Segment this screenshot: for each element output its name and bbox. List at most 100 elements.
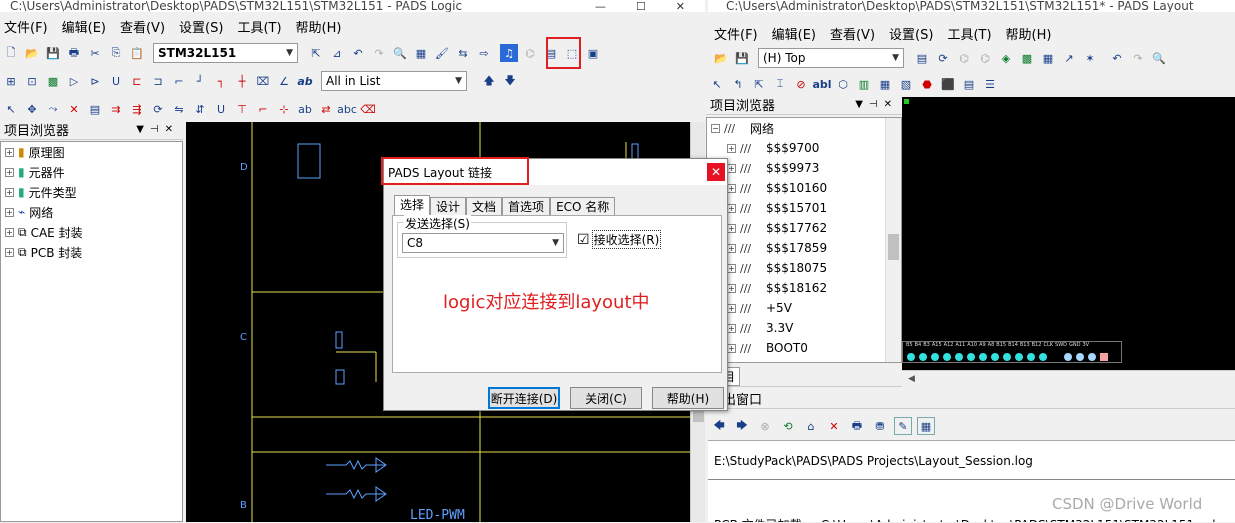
save-icon[interactable]: 💾 [733,49,751,67]
layers-icon[interactable]: ▧ [897,75,915,93]
paste-icon[interactable]: 📋 [128,44,146,62]
stop-icon[interactable]: ⬣ [918,75,936,93]
grid-icon[interactable]: ▦ [876,75,894,93]
add-bus-icon[interactable]: ⇶ [128,100,146,118]
arrow-down-icon[interactable]: 🡇 [501,72,519,90]
mirror-icon[interactable]: ⇋ [170,100,188,118]
tree-item-nets[interactable]: + ⌁ 网络 [1,202,182,222]
wire2-icon[interactable]: ┘ [191,72,209,90]
open-icon[interactable]: 📂 [712,49,730,67]
expand-icon[interactable]: + [727,283,736,293]
net-item[interactable]: + ∕∕∕ $$$17859 [707,238,901,258]
net-item[interactable]: + ∕∕∕ $$$9700 [707,138,901,158]
select-mode-icon[interactable]: ⇱ [307,44,325,62]
layout-menu-edit[interactable]: 编辑(E) [772,24,816,43]
new-icon[interactable]: 🗋 [2,44,20,62]
logic-menu-tools[interactable]: 工具(T) [237,17,281,36]
close-icon[interactable]: ✕ [676,0,685,13]
abc-icon[interactable]: abc [337,100,357,118]
filter-combo[interactable]: All in List ▼ [321,71,467,91]
receive-selection-checkbox[interactable]: ☑ [577,232,590,248]
net-item[interactable]: + ∕∕∕ $$$9973 [707,158,901,178]
layer-combo[interactable]: (H) Top ▼ [758,48,904,68]
props-icon[interactable]: ▤ [86,100,104,118]
pointer-icon[interactable]: ↖ [708,75,726,93]
expand-icon[interactable]: + [727,243,736,253]
logic-menu-help[interactable]: 帮助(H) [296,17,342,36]
select-icon[interactable]: ↰ [729,75,747,93]
move-icon[interactable]: ✥ [23,100,41,118]
back-icon[interactable]: 🡄 [710,417,728,435]
expand-icon[interactable]: + [727,303,736,313]
net-scroll-thumb[interactable] [888,234,899,260]
auto-icon[interactable]: U [212,100,230,118]
tab-eco-names[interactable]: ECO 名称 [550,197,616,215]
expand-icon[interactable]: + [5,207,14,217]
expand-icon[interactable]: + [5,187,14,197]
close-button[interactable]: 关闭(C) [570,387,642,409]
part-combo[interactable]: STM32L151 ▼ [153,43,298,63]
label-icon[interactable]: abl [812,75,831,93]
zoom-icon[interactable]: 🔍 [391,44,409,62]
undo-icon[interactable]: ↶ [349,44,367,62]
chip-icon[interactable]: ▩ [44,72,62,90]
net-item[interactable]: + ∕∕∕ BOOT0 [707,338,901,358]
tab-document[interactable]: 文档 [466,197,503,215]
disconnect-button[interactable]: 断开连接(D) [488,387,560,409]
off-page-icon[interactable]: ⊹ [275,100,293,118]
component-icon[interactable]: ▩ [1018,49,1036,67]
clear-icon[interactable]: ✕ [825,417,843,435]
net-tree-scrollbar[interactable] [885,118,901,362]
save-icon[interactable]: 💾 [44,44,62,62]
expand-icon[interactable]: + [727,163,736,173]
print-icon[interactable]: 🖶 [65,44,83,62]
expand-icon[interactable]: + [727,183,736,193]
expand-icon[interactable]: + [727,263,736,273]
scroll-left-icon[interactable]: ◀ [908,374,915,384]
net-item[interactable]: + ∕∕∕ $$$17762 [707,218,901,238]
dialog-close-icon[interactable]: ✕ [707,163,725,181]
net-item[interactable]: + ∕∕∕ $$$18075 [707,258,901,278]
route-icon[interactable]: ◈ [997,49,1015,67]
add-connection-icon[interactable]: ⇉ [107,100,125,118]
clear-icon[interactable]: ⌫ [359,100,377,118]
receive-selection[interactable]: ☑ 接收选择(R) [577,230,662,249]
label-icon[interactable]: ⌧ [254,72,272,90]
no-entry-icon[interactable]: ⊘ [792,75,810,93]
segment-icon[interactable]: ⌐ [254,100,272,118]
filter-icon[interactable]: ⊿ [328,44,346,62]
text-icon[interactable]: ab [296,72,314,90]
u1-icon[interactable]: U [107,72,125,90]
layout-menu-file[interactable]: 文件(F) [714,24,758,43]
pointer-icon[interactable]: ↖ [2,100,20,118]
expand-icon[interactable]: + [727,343,736,353]
part-icon[interactable]: ⊞ [2,72,20,90]
stop-icon[interactable]: ⊗ [756,417,774,435]
brush-icon[interactable]: 🖌 [433,44,451,62]
pin-icon[interactable]: ⊡ [23,72,41,90]
nets-header[interactable]: − ∕∕∕ 网络 [707,118,901,138]
draw-icon[interactable]: ∠ [275,72,293,90]
expand-icon[interactable]: + [727,323,736,333]
macro-icon[interactable]: ✎ [894,417,912,435]
window-icon[interactable]: ▣ [584,44,602,62]
pcb-canvas[interactable]: B5 B4 B3 A15 A12 A11 A10 A9 A8 B15 B14 B13 B12 CLK SWD… [902,97,1235,370]
forward-icon[interactable]: 🡆 [733,417,751,435]
tree-item-cae-decals[interactable]: + ⧉ CAE 封装 [1,222,182,242]
drc-icon[interactable]: ⬛ [939,75,957,93]
exchange-icon[interactable]: ⇆ [454,44,472,62]
pcb-hscrollbar[interactable]: ◀ [902,370,1235,387]
send-selection-combo[interactable]: C8 ▼ [402,233,564,253]
find-icon[interactable]: ⛃ [871,417,889,435]
zoom-icon[interactable]: 🔍 [1150,49,1168,67]
logic-menu-edit[interactable]: 编辑(E) [62,17,106,36]
collapse-icon[interactable]: − [711,123,720,133]
info-icon[interactable]: ▤ [960,75,978,93]
arrow-up-icon[interactable]: 🡅 [480,72,498,90]
undo-icon[interactable]: ↶ [1108,49,1126,67]
copy-icon[interactable]: ⎘ [107,44,125,62]
expand-icon[interactable]: + [727,223,736,233]
layout-menu-view[interactable]: 查看(V) [830,24,875,43]
rename-icon[interactable]: ab [296,100,314,118]
expand-icon[interactable]: + [5,147,14,157]
